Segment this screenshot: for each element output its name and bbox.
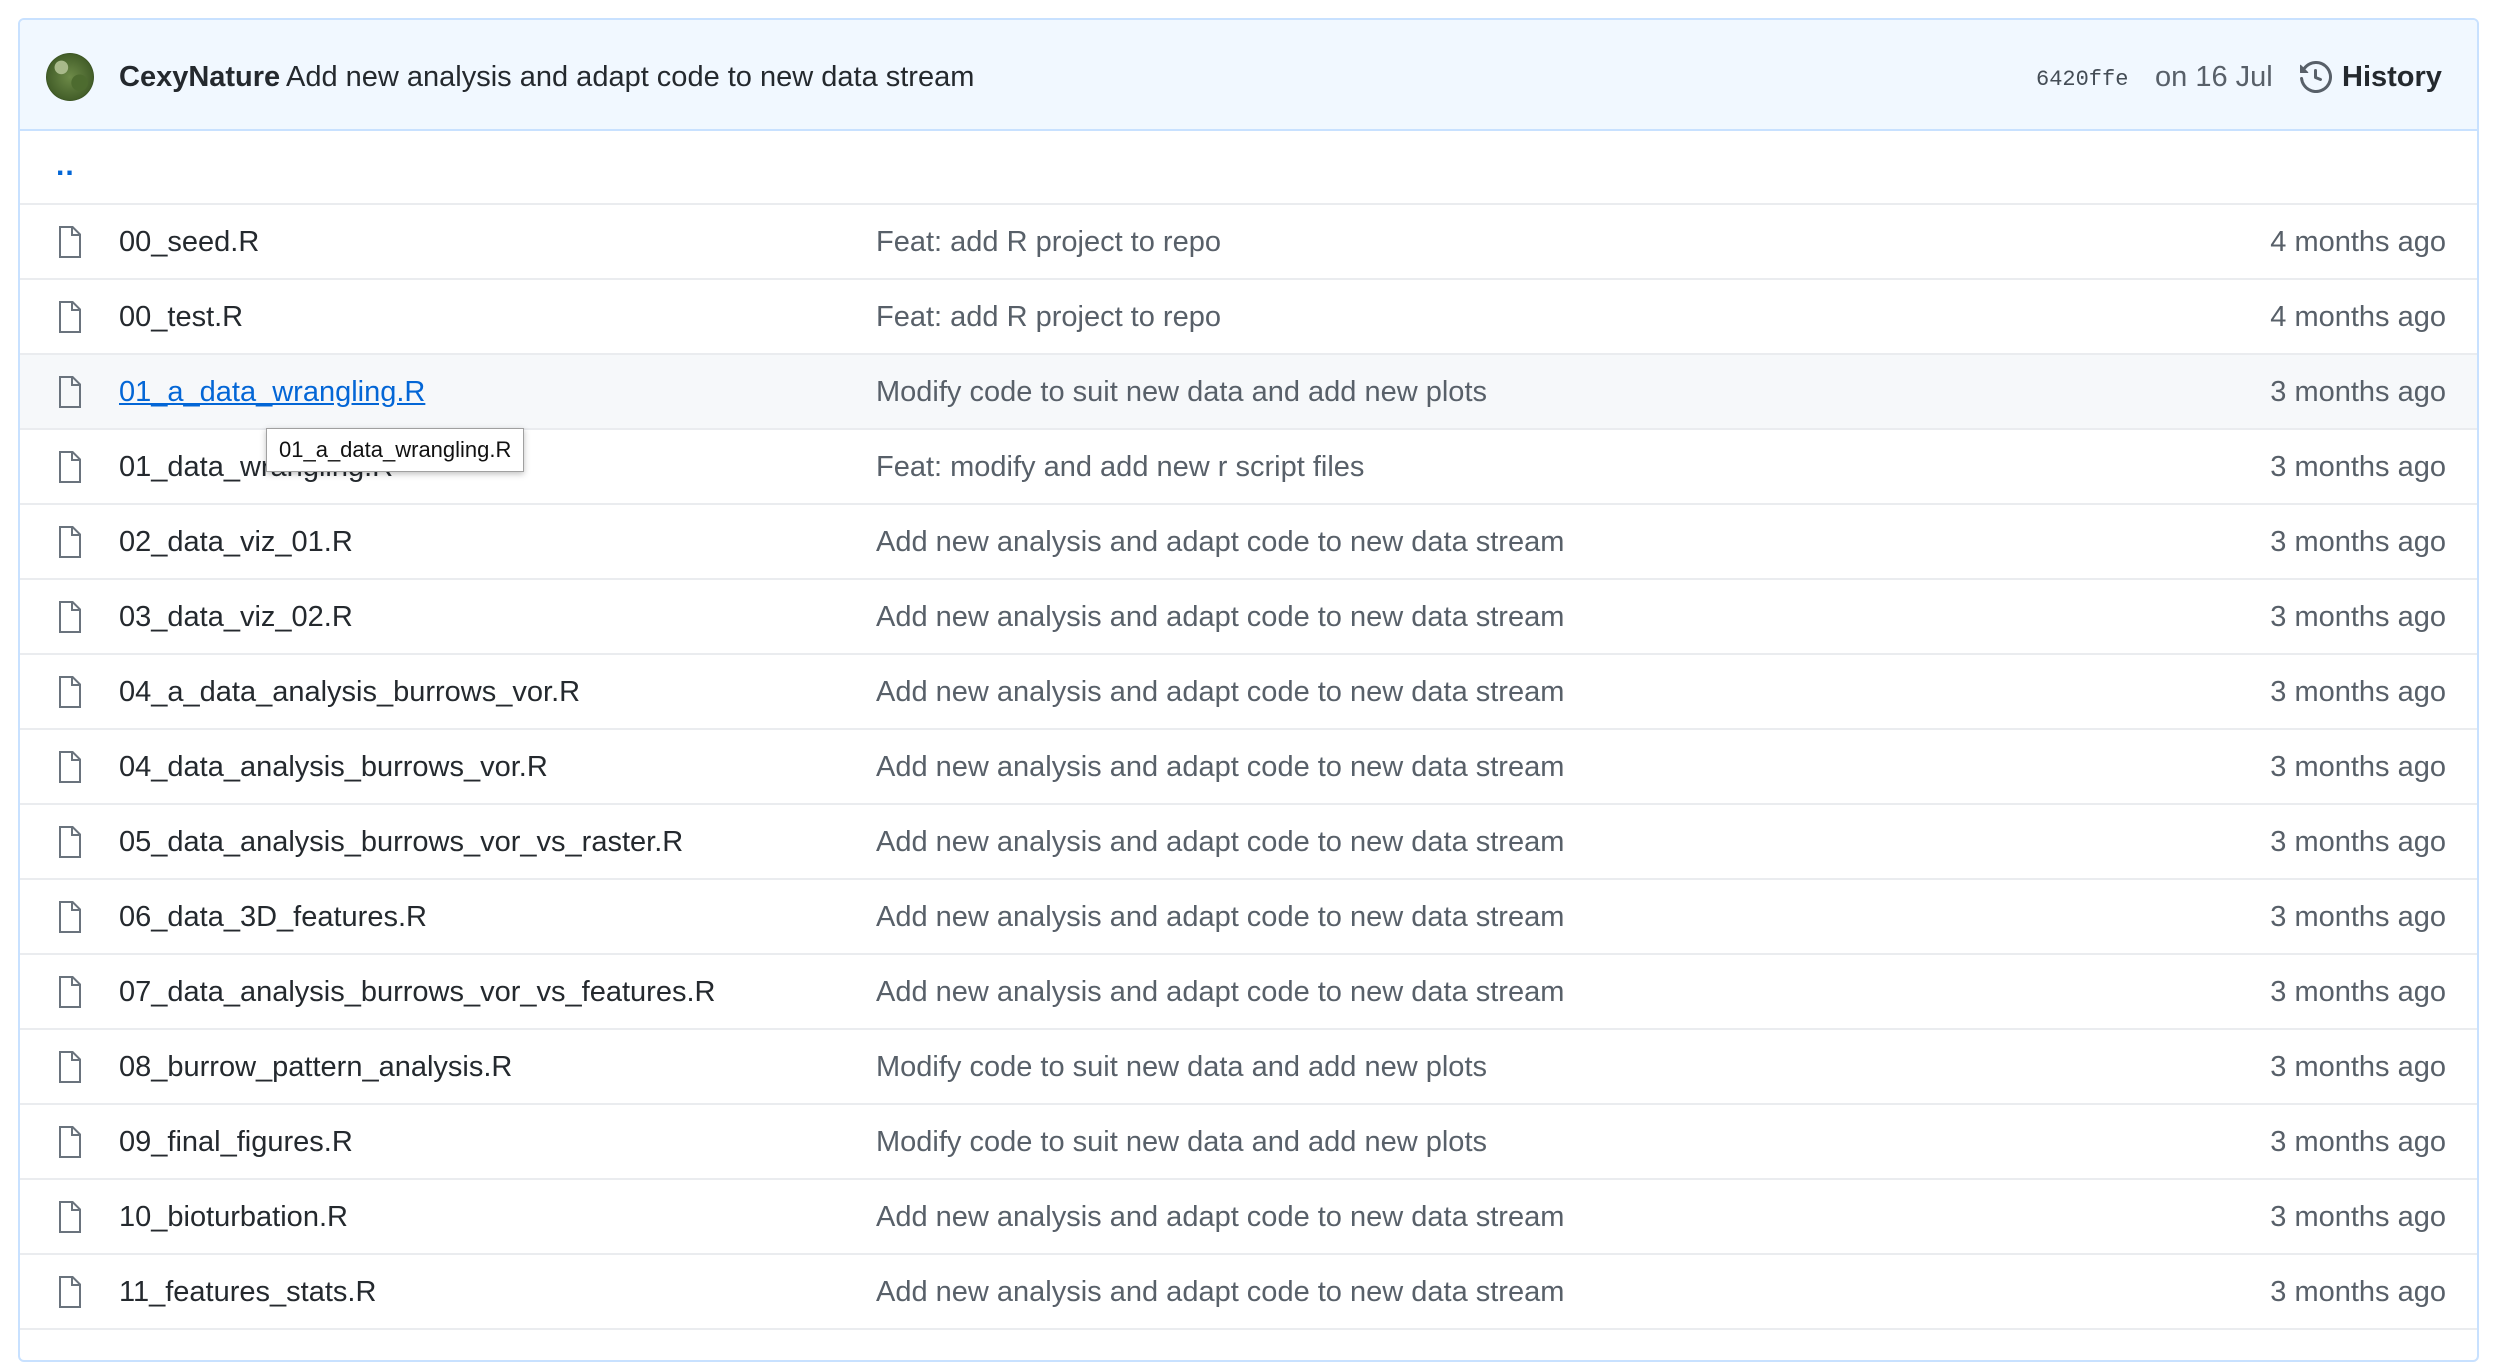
- commit-age: 4 months ago: [2270, 226, 2446, 258]
- file-icon: [56, 1126, 82, 1158]
- file-name-link[interactable]: 08_burrow_pattern_analysis.R: [119, 1051, 512, 1083]
- commit-message-link[interactable]: Modify code to suit new data and add new…: [876, 1126, 1487, 1158]
- commit-message-link[interactable]: Add new analysis and adapt code to new d…: [876, 901, 1564, 933]
- file-name-link[interactable]: 00_test.R: [119, 301, 243, 333]
- commit-date: on 16 Jul: [2155, 61, 2273, 93]
- commit-message-link[interactable]: Add new analysis and adapt code to new d…: [876, 601, 1564, 633]
- commit-age: 3 months ago: [2270, 526, 2446, 558]
- file-row[interactable]: 04_data_analysis_burrows_vor.R Add new an…: [20, 730, 2477, 805]
- commit-age: 3 months ago: [2270, 451, 2446, 483]
- commit-message-link[interactable]: Add new analysis and adapt code to new d…: [876, 1276, 1564, 1308]
- commit-message-link[interactable]: Feat: add R project to repo: [876, 301, 1221, 333]
- commit-message-link[interactable]: Add new analysis and adapt code to new d…: [876, 1201, 1564, 1233]
- file-row[interactable]: 02_data_viz_01.R Add new analysis and ada…: [20, 505, 2477, 580]
- file-row[interactable]: 03_data_viz_02.R Add new analysis and ada…: [20, 580, 2477, 655]
- file-icon: [56, 601, 82, 633]
- file-icon: [56, 451, 82, 483]
- file-icon: [56, 301, 82, 333]
- history-label: History: [2342, 60, 2442, 93]
- commit-age: 3 months ago: [2270, 1201, 2446, 1233]
- file-icon: [56, 676, 82, 708]
- file-name-link[interactable]: 03_data_viz_02.R: [119, 601, 353, 633]
- file-icon: [56, 901, 82, 933]
- file-row[interactable]: 00_test.R Feat: add R project to repo 4 mo…: [20, 280, 2477, 355]
- parent-directory-link[interactable]: ..: [56, 149, 75, 183]
- file-name-link[interactable]: 05_data_analysis_burrows_vor_vs_raster.R: [119, 826, 683, 858]
- commit-message-link[interactable]: Add new analysis and adapt code to new d…: [876, 676, 1564, 708]
- commit-age: 3 months ago: [2270, 901, 2446, 933]
- file-name-link[interactable]: 06_data_3D_features.R: [119, 901, 427, 933]
- history-button[interactable]: History: [2300, 58, 2442, 96]
- file-icon: [56, 226, 82, 258]
- file-name-link[interactable]: 09_final_figures.R: [119, 1126, 353, 1158]
- commit-message-link[interactable]: Modify code to suit new data and add new…: [876, 376, 1487, 408]
- file-row[interactable]: 08_burrow_pattern_analysis.R Modify code …: [20, 1030, 2477, 1105]
- file-icon: [56, 1201, 82, 1233]
- commit-age: 3 months ago: [2270, 1126, 2446, 1158]
- commit-author[interactable]: CexyNature: [119, 61, 280, 93]
- commit-age: 3 months ago: [2270, 676, 2446, 708]
- commit-message-link[interactable]: Feat: add R project to repo: [876, 226, 1221, 258]
- commit-sha[interactable]: 6420ffe: [2036, 67, 2128, 93]
- file-icon: [56, 1051, 82, 1083]
- commit-age: 3 months ago: [2270, 976, 2446, 1008]
- file-icon: [56, 751, 82, 783]
- file-row[interactable]: 11_features_stats.R Add new analysis and …: [20, 1255, 2477, 1330]
- file-icon: [56, 976, 82, 1008]
- file-row[interactable]: 10_bioturbation.R Add new analysis and ad…: [20, 1180, 2477, 1255]
- commit-message-link[interactable]: Add new analysis and adapt code to new d…: [876, 751, 1564, 783]
- history-icon: [2300, 61, 2342, 93]
- file-name-link[interactable]: 02_data_viz_01.R: [119, 526, 353, 558]
- file-name-link[interactable]: 07_data_analysis_burrows_vor_vs_features…: [119, 976, 715, 1008]
- latest-commit-bar: CexyNature Add new analysis and adapt co…: [20, 20, 2477, 131]
- commit-message[interactable]: Add new analysis and adapt code to new d…: [286, 61, 974, 93]
- file-browser: CexyNature Add new analysis and adapt co…: [18, 18, 2479, 1362]
- file-list: 00_seed.R Feat: add R project to repo 4 mo…: [20, 205, 2477, 1330]
- commit-age: 4 months ago: [2270, 301, 2446, 333]
- commit-age: 3 months ago: [2270, 376, 2446, 408]
- commit-message-link[interactable]: Add new analysis and adapt code to new d…: [876, 976, 1564, 1008]
- avatar[interactable]: [46, 53, 94, 101]
- commit-age: 3 months ago: [2270, 826, 2446, 858]
- commit-message-link[interactable]: Modify code to suit new data and add new…: [876, 1051, 1487, 1083]
- file-name-link[interactable]: 00_seed.R: [119, 226, 259, 258]
- commit-message-link[interactable]: Add new analysis and adapt code to new d…: [876, 826, 1564, 858]
- file-icon: [56, 1276, 82, 1308]
- file-row[interactable]: 09_final_figures.R Modify code to suit ne…: [20, 1105, 2477, 1180]
- file-row[interactable]: 04_a_data_analysis_burrows_vor.R Add new …: [20, 655, 2477, 730]
- file-name-link[interactable]: 04_data_analysis_burrows_vor.R: [119, 751, 548, 783]
- file-row[interactable]: 01_a_data_wrangling.R Modify code to suit…: [20, 355, 2477, 430]
- file-name-link[interactable]: 01_a_data_wrangling.R: [119, 376, 425, 408]
- file-name-link[interactable]: 10_bioturbation.R: [119, 1201, 348, 1233]
- commit-age: 3 months ago: [2270, 1051, 2446, 1083]
- filename-tooltip: 01_a_data_wrangling.R: [266, 428, 525, 472]
- file-row[interactable]: 05_data_analysis_burrows_vor_vs_raster.R…: [20, 805, 2477, 880]
- commit-age: 3 months ago: [2270, 601, 2446, 633]
- file-row[interactable]: 07_data_analysis_burrows_vor_vs_features…: [20, 955, 2477, 1030]
- file-name-link[interactable]: 11_features_stats.R: [119, 1276, 376, 1308]
- file-name-link[interactable]: 04_a_data_analysis_burrows_vor.R: [119, 676, 580, 708]
- parent-directory-row: ..: [20, 131, 2477, 205]
- file-icon: [56, 526, 82, 558]
- commit-message-link[interactable]: Add new analysis and adapt code to new d…: [876, 526, 1564, 558]
- file-icon: [56, 376, 82, 408]
- commit-message-link[interactable]: Feat: modify and add new r script files: [876, 451, 1364, 483]
- file-row[interactable]: 06_data_3D_features.R Add new analysis an…: [20, 880, 2477, 955]
- commit-age: 3 months ago: [2270, 1276, 2446, 1308]
- file-icon: [56, 826, 82, 858]
- file-row[interactable]: 00_seed.R Feat: add R project to repo 4 mo…: [20, 205, 2477, 280]
- commit-age: 3 months ago: [2270, 751, 2446, 783]
